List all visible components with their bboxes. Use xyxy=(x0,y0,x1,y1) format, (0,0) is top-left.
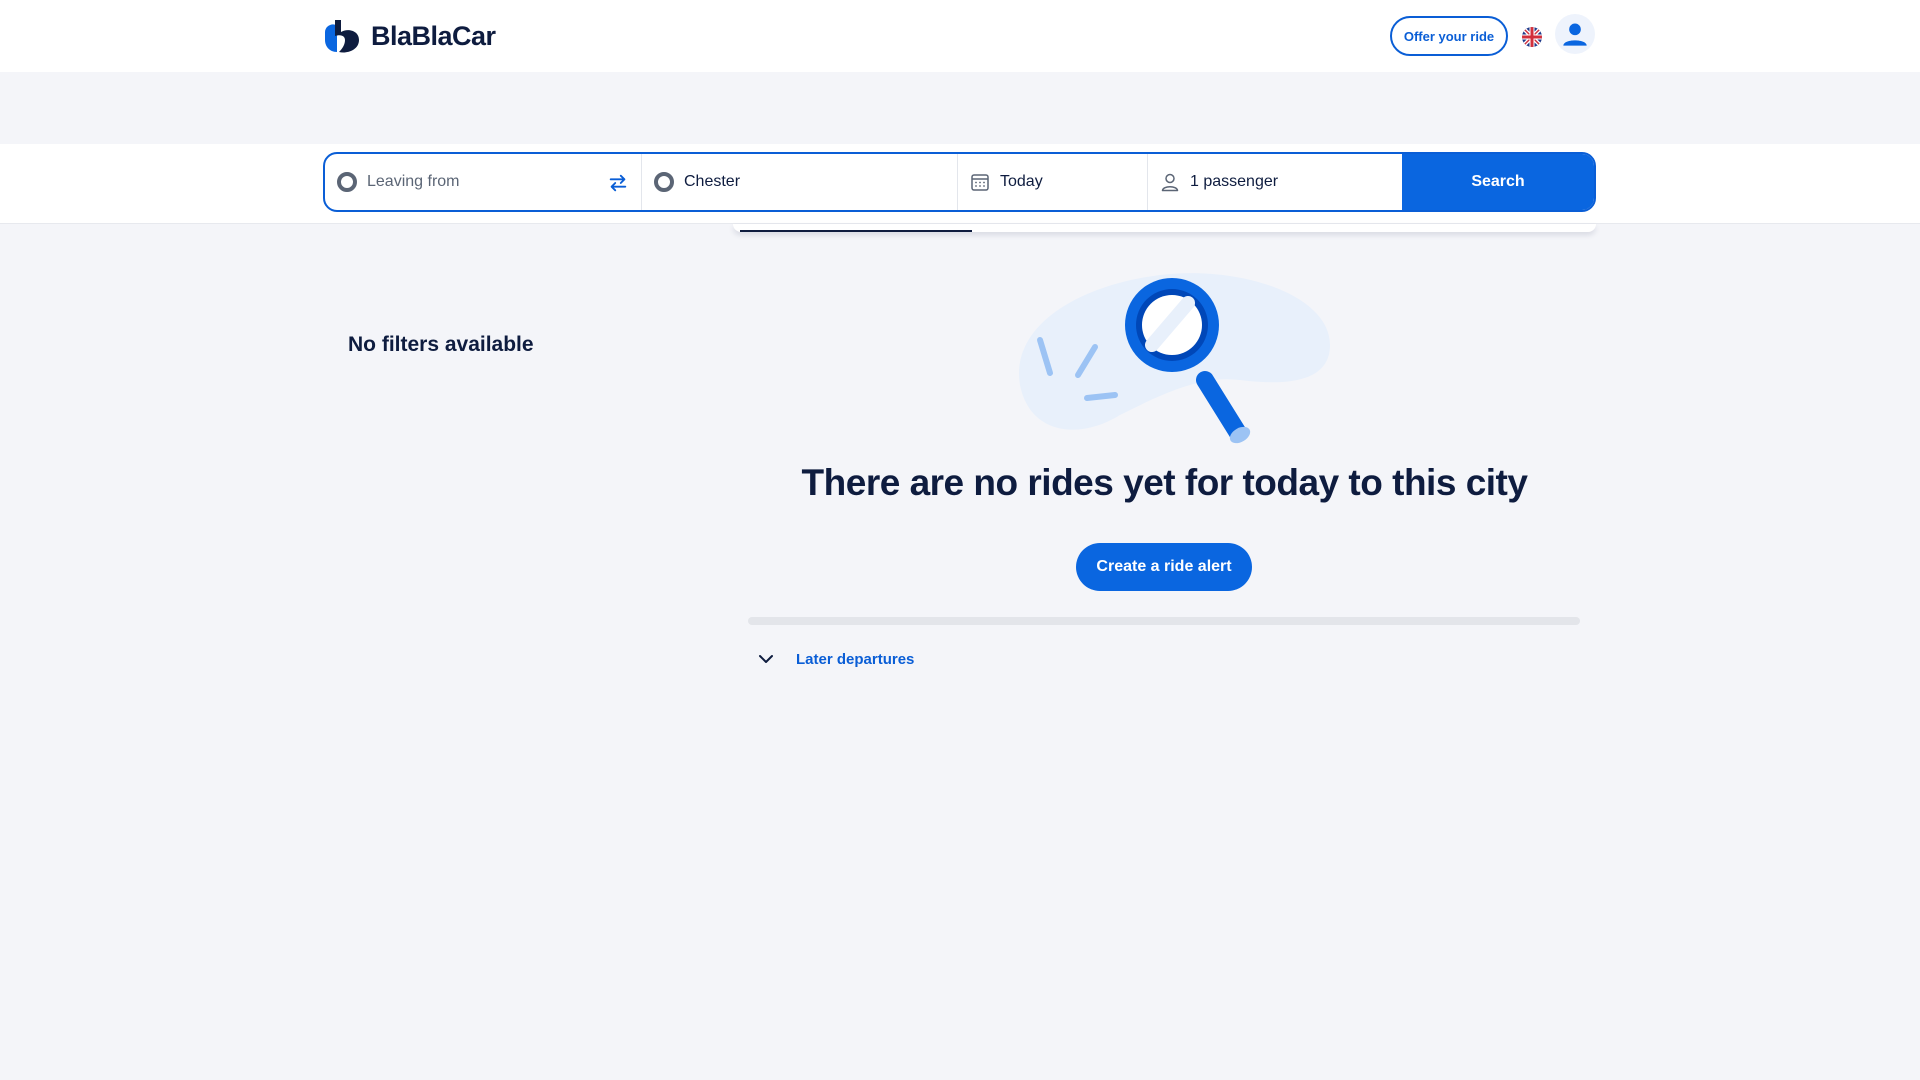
later-departures-label: Later departures xyxy=(796,650,915,668)
going-to-field[interactable]: Chester xyxy=(641,154,957,210)
search-button[interactable]: Search xyxy=(1402,154,1594,210)
person-icon xyxy=(1563,23,1587,46)
create-ride-alert-button[interactable]: Create a ride alert xyxy=(1076,543,1252,591)
date-value: Today xyxy=(1000,173,1043,190)
origin-circle-icon xyxy=(337,172,357,192)
leaving-from-field[interactable]: Leaving from xyxy=(325,154,641,210)
calendar-icon xyxy=(971,174,989,191)
active-tab-indicator xyxy=(740,230,972,232)
swap-arrows-icon[interactable] xyxy=(607,172,629,194)
leaving-from-placeholder: Leaving from xyxy=(367,173,460,190)
passenger-field[interactable]: 1 passenger xyxy=(1147,154,1402,210)
top-navigation: BlaBlaCar Offer your ride xyxy=(0,0,1920,72)
later-departures-toggle[interactable]: Later departures xyxy=(758,647,914,671)
going-to-value: Chester xyxy=(684,173,741,190)
brand-logo[interactable]: BlaBlaCar xyxy=(323,16,496,56)
blablacar-logo-icon xyxy=(325,20,359,53)
user-avatar-icon[interactable] xyxy=(1555,14,1595,54)
offer-ride-button[interactable]: Offer your ride xyxy=(1390,16,1508,56)
magnifier-illustration xyxy=(1019,273,1330,444)
uk-flag-icon[interactable] xyxy=(1522,27,1542,47)
destination-circle-icon xyxy=(654,172,674,192)
ride-search-bar: Leaving from Chester Today 1 passenger S… xyxy=(323,152,1596,212)
date-field[interactable]: Today xyxy=(957,154,1147,210)
person-outline-icon xyxy=(1161,173,1179,192)
chevron-down-icon xyxy=(759,655,773,663)
passenger-value: 1 passenger xyxy=(1190,173,1279,190)
brand-name: BlaBlaCar xyxy=(371,20,496,51)
no-rides-title: There are no rides yet for today to this… xyxy=(801,462,1528,503)
no-filters-label: No filters available xyxy=(348,333,534,356)
section-divider xyxy=(748,617,1580,625)
